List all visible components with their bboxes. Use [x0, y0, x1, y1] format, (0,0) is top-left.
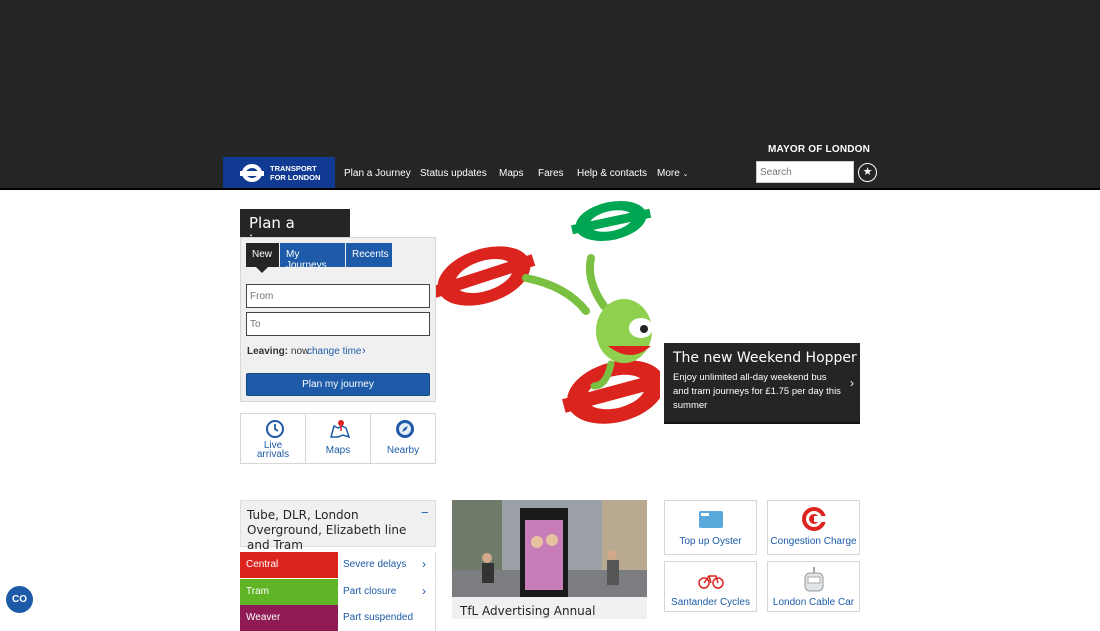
weekend-hopper-promo[interactable]: The new Weekend Hopper Enjoy unlimited a… [664, 343, 860, 424]
plan-my-journey-button[interactable]: Plan my journey [246, 373, 430, 396]
leaving-label: Leaving: [247, 346, 289, 357]
quick-link-label: Nearby [386, 445, 420, 456]
map-icon [330, 420, 350, 439]
nav-maps[interactable]: Maps [499, 168, 523, 179]
nav-help-contacts[interactable]: Help & contacts [577, 168, 647, 179]
news-title: TfL Advertising Annual [460, 604, 596, 618]
tile-label: London Cable Car [772, 597, 855, 608]
line-name: Central [240, 552, 338, 578]
to-input[interactable] [246, 312, 430, 336]
status-row[interactable]: Central Severe delays › [240, 552, 436, 578]
cable-car-icon [804, 567, 824, 592]
status-heading: Tube, DLR, London Overground, Elizabeth … [240, 500, 436, 552]
tfl-logo[interactable]: TRANSPORT FOR LONDON [223, 157, 335, 188]
accessibility-button[interactable]: CO [6, 586, 33, 613]
tile-top-up-oyster[interactable]: Top up Oyster [664, 500, 757, 555]
tab-recents[interactable]: Recents [346, 243, 392, 267]
nav-plan-a-journey[interactable]: Plan a Journey [344, 168, 411, 179]
tile-congestion-charge[interactable]: Congestion Charge [767, 500, 860, 555]
tile-label: Top up Oyster [679, 536, 742, 547]
tile-santander-cycles[interactable]: Santander Cycles [664, 561, 757, 612]
nav-status-updates[interactable]: Status updates [420, 168, 487, 179]
top-banner-area [0, 0, 1100, 157]
status-row[interactable]: Weaver Part suspended [240, 605, 436, 631]
congestion-charge-icon [802, 507, 826, 531]
nav-more[interactable]: More ⌄ [657, 168, 688, 179]
tab-new[interactable]: New [246, 243, 279, 267]
roundel-icon [240, 164, 264, 182]
quick-link-maps[interactable]: Maps [305, 413, 371, 464]
tile-label: Congestion Charge [770, 536, 857, 547]
nav-more-label: More [657, 168, 680, 179]
chevron-right-icon[interactable]: › [362, 345, 366, 357]
status-row[interactable]: Tram Part closure › [240, 579, 436, 605]
oyster-card-icon [699, 511, 723, 528]
mayor-of-london-label[interactable]: MAYOR OF LONDON [768, 144, 870, 155]
chevron-right-icon: › [850, 376, 854, 390]
chevron-right-icon: › [422, 557, 426, 571]
quick-link-label: Maps [325, 445, 351, 456]
clock-icon [266, 420, 284, 438]
leaving-text: Leaving: now [247, 346, 309, 357]
line-status: Part suspended [338, 605, 436, 631]
street-scene-image [452, 500, 647, 597]
active-tab-pointer [256, 267, 268, 273]
promo-title: The new Weekend Hopper [673, 350, 857, 366]
search-input[interactable] [756, 161, 854, 183]
frog-roundel-illustration [436, 200, 660, 424]
star-icon[interactable]: ★ [858, 163, 877, 182]
news-card[interactable]: TfL Advertising Annual [452, 597, 647, 619]
change-time-link[interactable]: change time [307, 346, 361, 357]
line-name: Weaver [240, 605, 338, 631]
quick-link-label: arrivals [256, 449, 290, 460]
tile-london-cable-car[interactable]: London Cable Car [767, 561, 860, 612]
chevron-down-icon: ⌄ [682, 171, 689, 178]
collapse-icon[interactable]: − [421, 505, 429, 520]
plan-journey-title: Plan a journey [240, 209, 350, 250]
bicycle-icon [698, 575, 724, 589]
promo-text: Enjoy unlimited all-day weekend bus and … [673, 372, 841, 411]
chevron-right-icon: › [422, 584, 426, 598]
news-image[interactable] [452, 500, 647, 597]
tile-label: Santander Cycles [671, 597, 750, 608]
from-input[interactable] [246, 284, 430, 308]
logo-text: TRANSPORT FOR LONDON [270, 164, 321, 182]
nav-fares[interactable]: Fares [538, 168, 564, 179]
quick-link-live-arrivals[interactable]: Live arrivals [240, 413, 306, 464]
tab-my-journeys[interactable]: My Journeys [280, 243, 345, 271]
line-name: Tram [240, 579, 338, 605]
compass-icon [396, 420, 414, 438]
quick-link-nearby[interactable]: Nearby [370, 413, 436, 464]
